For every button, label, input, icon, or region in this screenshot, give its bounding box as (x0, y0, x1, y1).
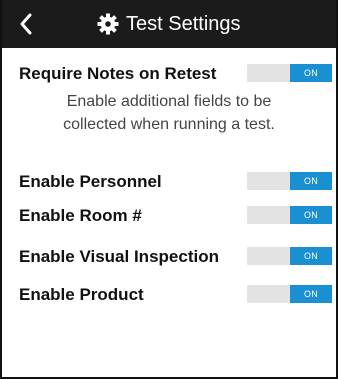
description-line-1: Enable additional fields to be (66, 93, 272, 110)
test-settings-screen: Test Settings Require Notes on Retest ON… (0, 0, 338, 379)
setting-row-room: Enable Room # ON (19, 198, 332, 232)
settings-description: Enable additional fields to be collected… (2, 90, 336, 136)
toggle-state: ON (290, 206, 332, 224)
visual-inspection-toggle[interactable]: ON (247, 247, 332, 265)
personnel-toggle[interactable]: ON (247, 172, 332, 190)
toggle-state: ON (290, 247, 332, 265)
chevron-left-icon (20, 13, 32, 35)
personnel-label: Enable Personnel (19, 172, 162, 191)
page-title: Test Settings (126, 13, 241, 35)
setting-row-visual-inspection: Enable Visual Inspection ON (19, 239, 332, 273)
setting-row-require-notes: Require Notes on Retest ON (19, 56, 332, 90)
gear-icon (97, 13, 119, 35)
setting-row-product: Enable Product ON (19, 277, 332, 311)
setting-row-personnel: Enable Personnel ON (19, 164, 332, 198)
app-header: Test Settings (2, 0, 336, 48)
toggle-state: ON (290, 172, 332, 190)
toggle-state: ON (290, 64, 332, 82)
description-line-2: collected when running a test. (63, 116, 275, 133)
room-toggle[interactable]: ON (247, 206, 332, 224)
require-notes-label: Require Notes on Retest (19, 64, 217, 83)
toggle-state: ON (290, 285, 332, 303)
room-label: Enable Room # (19, 206, 142, 225)
product-label: Enable Product (19, 285, 144, 304)
product-toggle[interactable]: ON (247, 285, 332, 303)
visual-inspection-label: Enable Visual Inspection (19, 247, 219, 266)
require-notes-toggle[interactable]: ON (247, 64, 332, 82)
back-button[interactable] (14, 10, 40, 38)
